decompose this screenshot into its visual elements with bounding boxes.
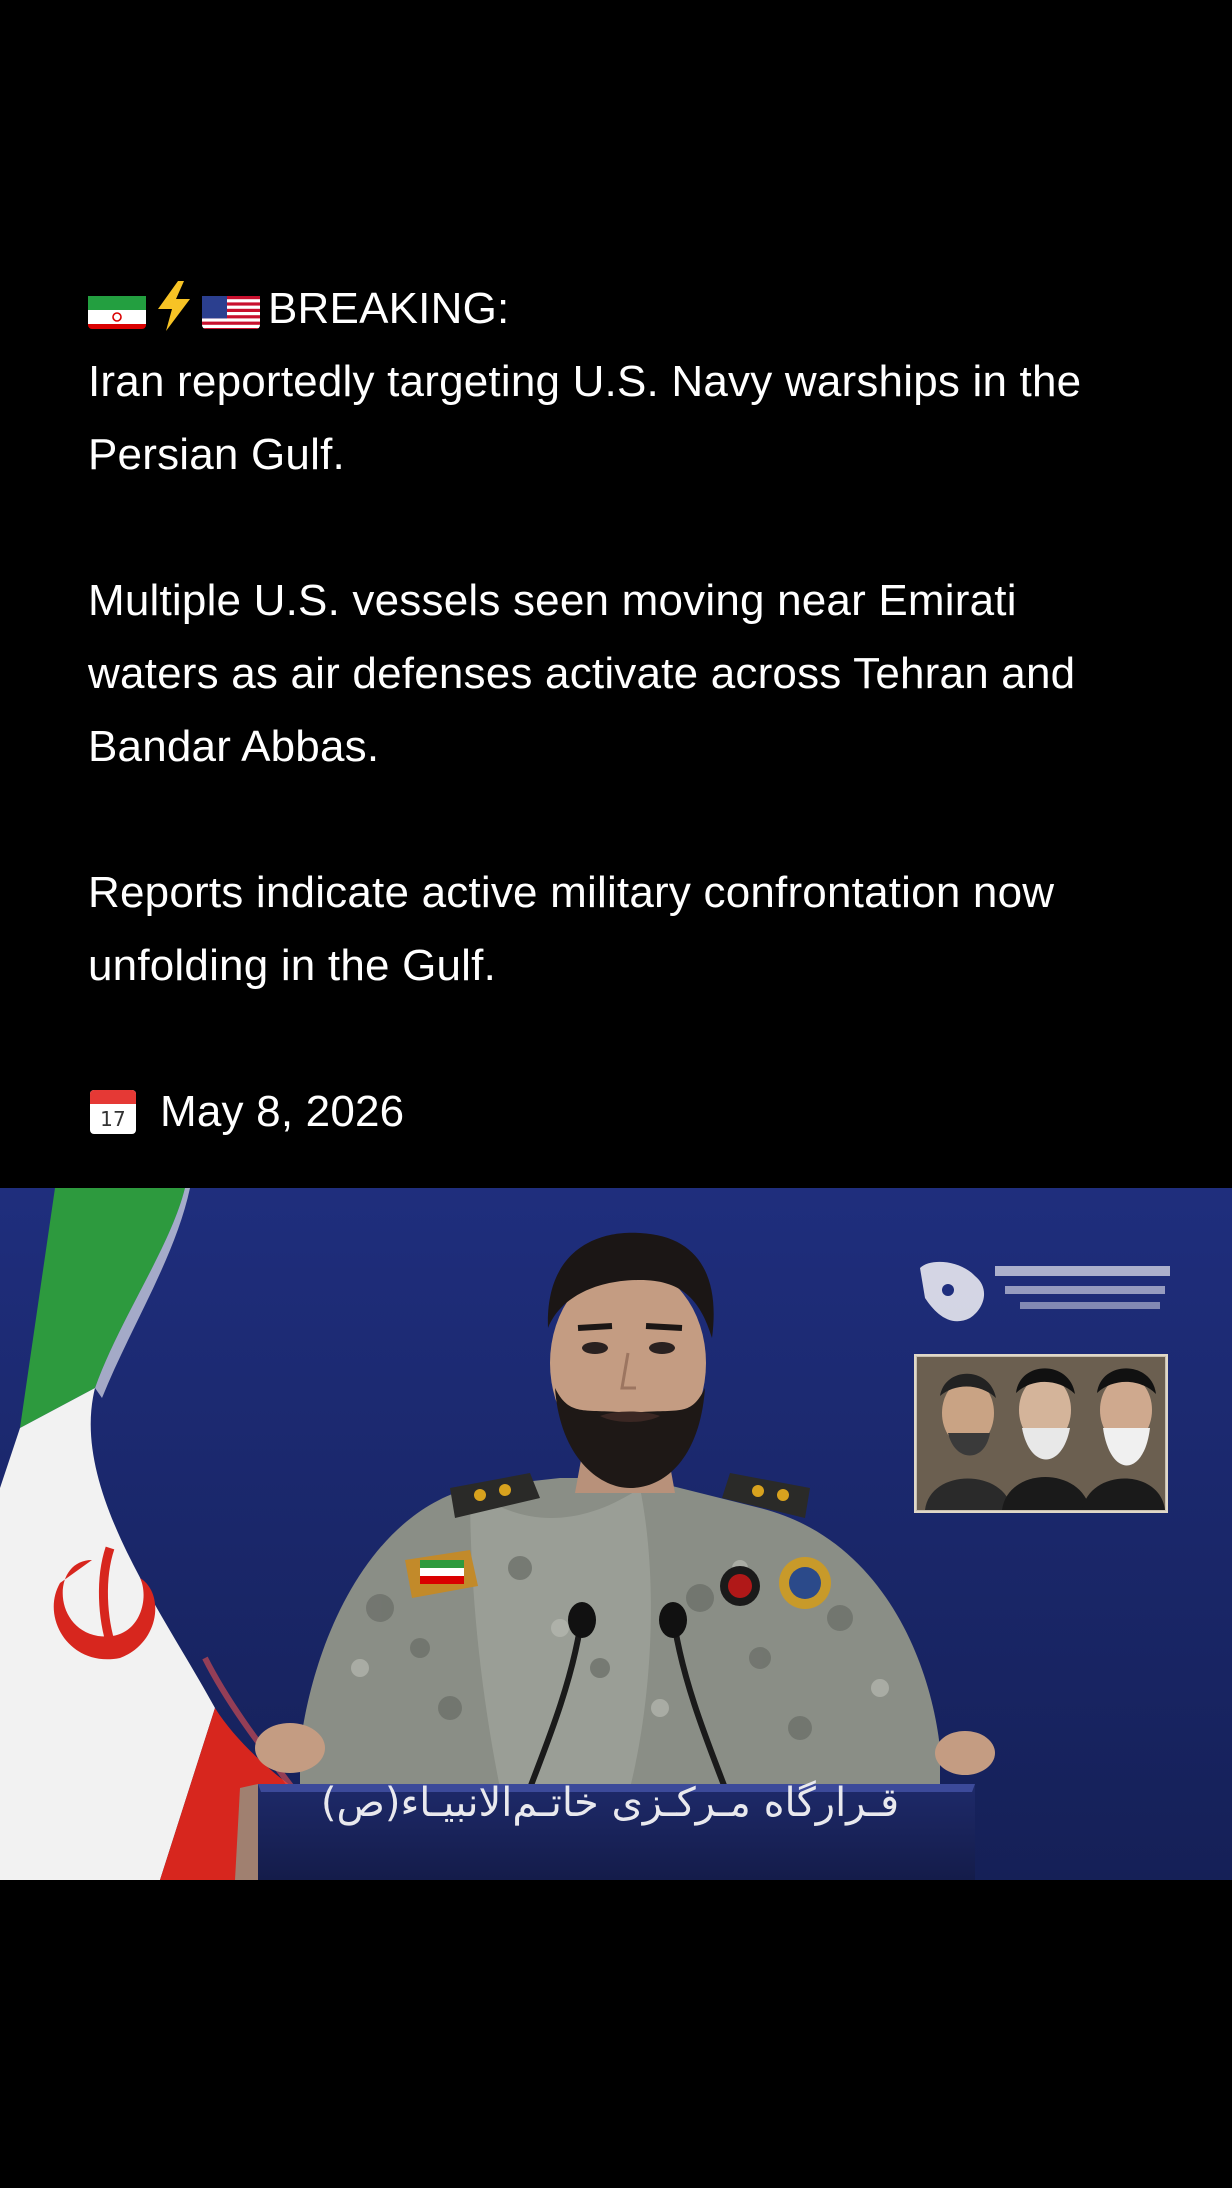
headline: BREAKING: — [268, 284, 510, 333]
podium-caption: قـرارگاه مـرکـزی خاتـم‌الانبیـاء(ص) — [320, 1780, 900, 1826]
body-line: waters as air defenses activate across T… — [88, 649, 1076, 698]
calendar-icon: 17 — [88, 1085, 138, 1135]
us-flag-icon — [202, 287, 260, 329]
date-line: 17 May 8, 2026 — [88, 1075, 1198, 1148]
body-line: Multiple U.S. vessels seen moving near E… — [88, 576, 1017, 625]
body-line: Bandar Abbas. — [88, 722, 380, 771]
news-photo[interactable]: قـرارگاه مـرکـزی خاتـم‌الانبیـاء(ص) — [0, 1188, 1232, 1880]
lightning-icon — [154, 280, 194, 331]
leaders-portraits — [914, 1354, 1168, 1513]
body-line: Persian Gulf. — [88, 430, 345, 479]
svg-text:17: 17 — [100, 1107, 126, 1131]
post-text: BREAKING: Iran reportedly targeting U.S.… — [88, 272, 1198, 1148]
headline-line: BREAKING: — [88, 272, 1198, 345]
body-line: unfolding in the Gulf. — [88, 941, 497, 990]
post-date: May 8, 2026 — [160, 1087, 405, 1136]
body-line: Reports indicate active military confron… — [88, 868, 1055, 917]
iran-flag-icon — [88, 287, 146, 329]
body-line: Iran reportedly targeting U.S. Navy wars… — [88, 357, 1082, 406]
